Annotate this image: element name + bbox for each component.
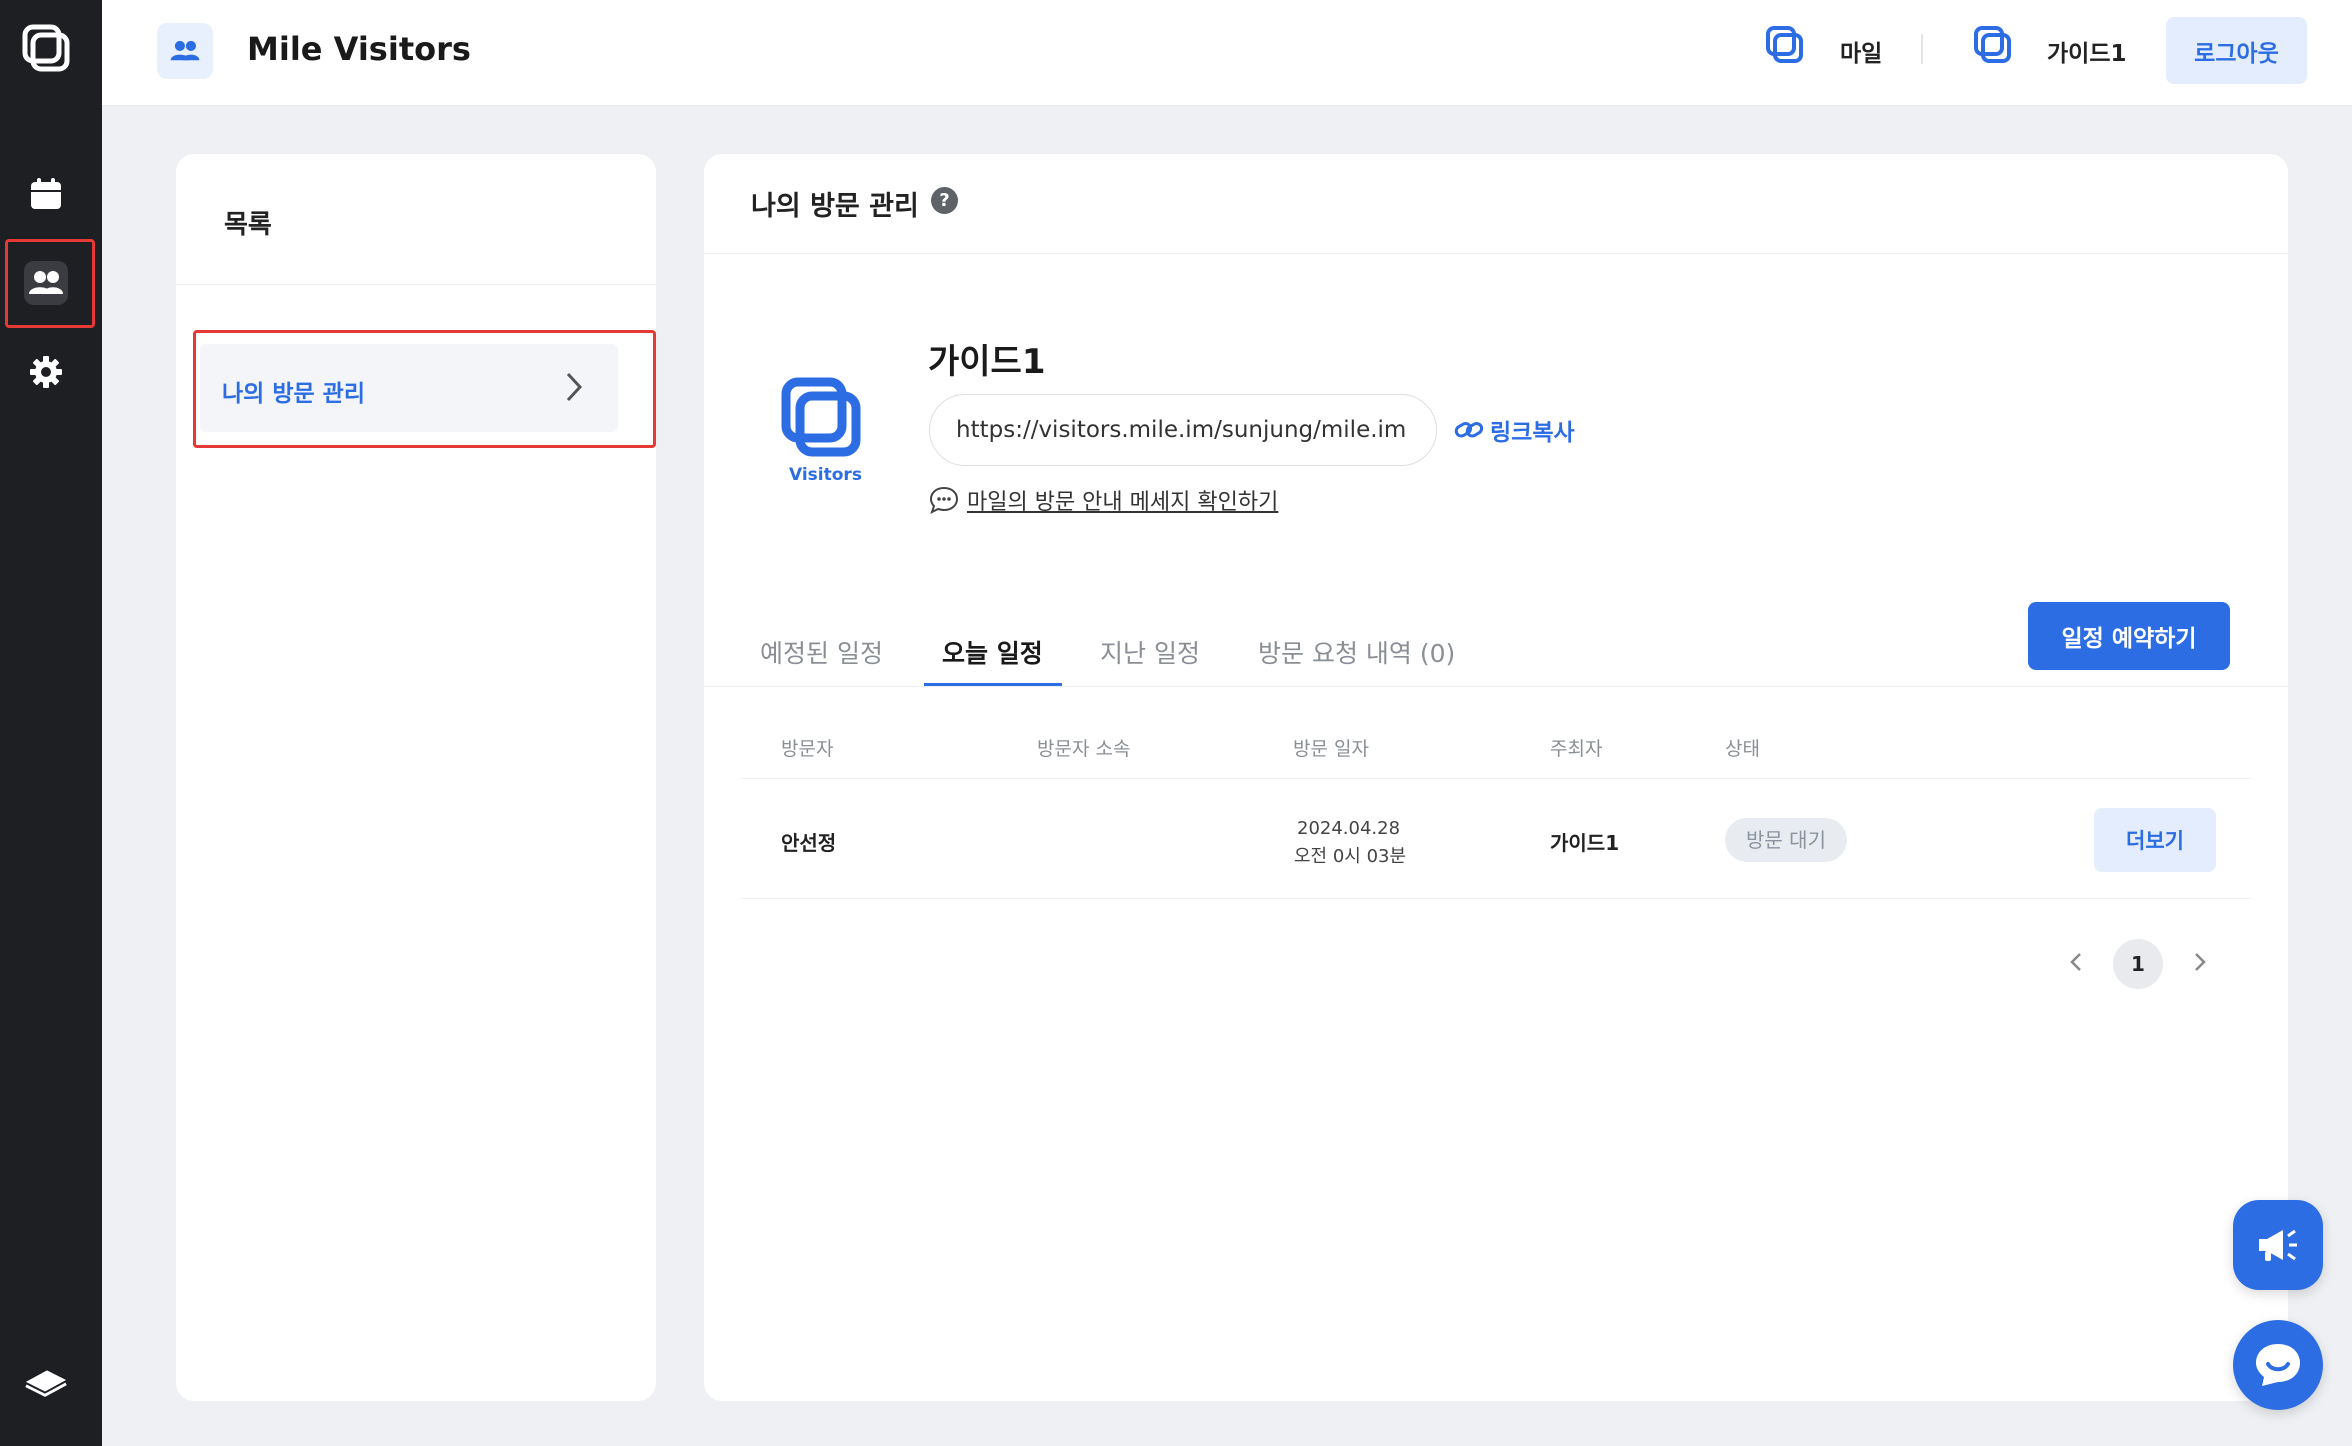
main-panel: 나의 방문 관리 ? Visitors 가이드1 https://visitor… xyxy=(704,154,2288,1401)
column-header-date: 방문 일자 xyxy=(1293,738,1369,760)
org-logo-icon xyxy=(1766,26,1803,63)
sidebar-item-highlight xyxy=(193,330,656,448)
reserve-schedule-button[interactable]: 일정 예약하기 xyxy=(2028,602,2230,670)
link-icon xyxy=(1454,422,1484,438)
chat-button[interactable] xyxy=(2233,1320,2323,1410)
top-header: Mile Visitors 마일 가이드1 로그아웃 xyxy=(102,0,2352,106)
app-title: Mile Visitors xyxy=(247,30,471,68)
header-divider xyxy=(1921,34,1923,64)
calendar-nav-button[interactable] xyxy=(24,172,68,216)
chevron-left-icon[interactable] xyxy=(2068,948,2084,976)
visit-time: 오전 0시 03분 xyxy=(1294,846,1407,867)
book-icon xyxy=(25,1370,67,1397)
org-name[interactable]: 마일 xyxy=(1840,34,1882,68)
gear-icon xyxy=(30,356,62,388)
help-icon[interactable]: ? xyxy=(931,187,958,214)
tab-requests[interactable]: 방문 요청 내역 (0) xyxy=(1258,634,1455,670)
people-icon xyxy=(170,40,200,61)
app-logo-icon[interactable] xyxy=(20,22,72,74)
copy-link-label: 링크복사 xyxy=(1490,420,1575,446)
chevron-right-icon[interactable] xyxy=(2192,948,2208,976)
chat-icon xyxy=(2256,1344,2300,1386)
tab-upcoming[interactable]: 예정된 일정 xyxy=(760,634,883,670)
visit-url-text: https://visitors.mile.im/sunjung/mile.im xyxy=(956,417,1407,443)
user-name[interactable]: 가이드1 xyxy=(2047,34,2126,68)
tab-today[interactable]: 오늘 일정 xyxy=(942,634,1043,670)
active-tab-indicator xyxy=(924,683,1062,686)
logout-button[interactable]: 로그아웃 xyxy=(2166,17,2307,84)
copy-link-button[interactable]: 링크복사 xyxy=(1454,413,1575,447)
user-logo-icon xyxy=(1974,26,2011,63)
announcement-button[interactable] xyxy=(2233,1200,2323,1290)
message-link[interactable]: 마일의 방문 안내 메세지 확인하기 xyxy=(929,484,1278,516)
list-panel-divider xyxy=(176,284,656,285)
column-header-visitor: 방문자 xyxy=(781,738,834,760)
list-panel-title: 목록 xyxy=(224,210,272,240)
table-header: 방문자 방문자 소속 방문 일자 주최자 상태 xyxy=(741,719,2251,779)
host-name: 가이드1 xyxy=(1550,831,1620,855)
page-number[interactable]: 1 xyxy=(2113,939,2163,989)
settings-nav-button[interactable] xyxy=(24,350,68,394)
tab-past[interactable]: 지난 일정 xyxy=(1100,634,1200,670)
visitors-logo-icon xyxy=(781,377,861,457)
visitors-app-icon xyxy=(157,23,213,79)
megaphone-icon xyxy=(2259,1229,2297,1261)
left-rail xyxy=(0,0,102,1446)
profile-name: 가이드1 xyxy=(928,342,1046,382)
visitors-logo-text: Visitors xyxy=(789,465,862,485)
visitor-name: 안선정 xyxy=(781,831,837,855)
visitors-nav-highlight xyxy=(5,239,95,328)
visit-date: 2024.04.28 xyxy=(1297,818,1401,839)
guide-nav-button[interactable] xyxy=(24,1358,68,1402)
pagination: 1 xyxy=(704,934,2288,994)
chat-bubble-icon xyxy=(929,486,959,514)
column-header-host: 주최자 xyxy=(1550,738,1603,760)
title-divider xyxy=(704,253,2288,254)
more-button[interactable]: 더보기 xyxy=(2094,808,2216,872)
column-header-status: 상태 xyxy=(1725,738,1760,760)
status-badge: 방문 대기 xyxy=(1725,818,1847,862)
visit-url-field[interactable]: https://visitors.mile.im/sunjung/mile.im xyxy=(929,394,1437,466)
column-header-affiliation: 방문자 소속 xyxy=(1037,738,1131,760)
table-row: 안선정 2024.04.28 오전 0시 03분 가이드1 방문 대기 더보기 xyxy=(741,780,2251,899)
page-title: 나의 방문 관리 xyxy=(751,191,919,222)
calendar-icon xyxy=(31,178,61,209)
message-link-label: 마일의 방문 안내 메세지 확인하기 xyxy=(967,490,1279,515)
